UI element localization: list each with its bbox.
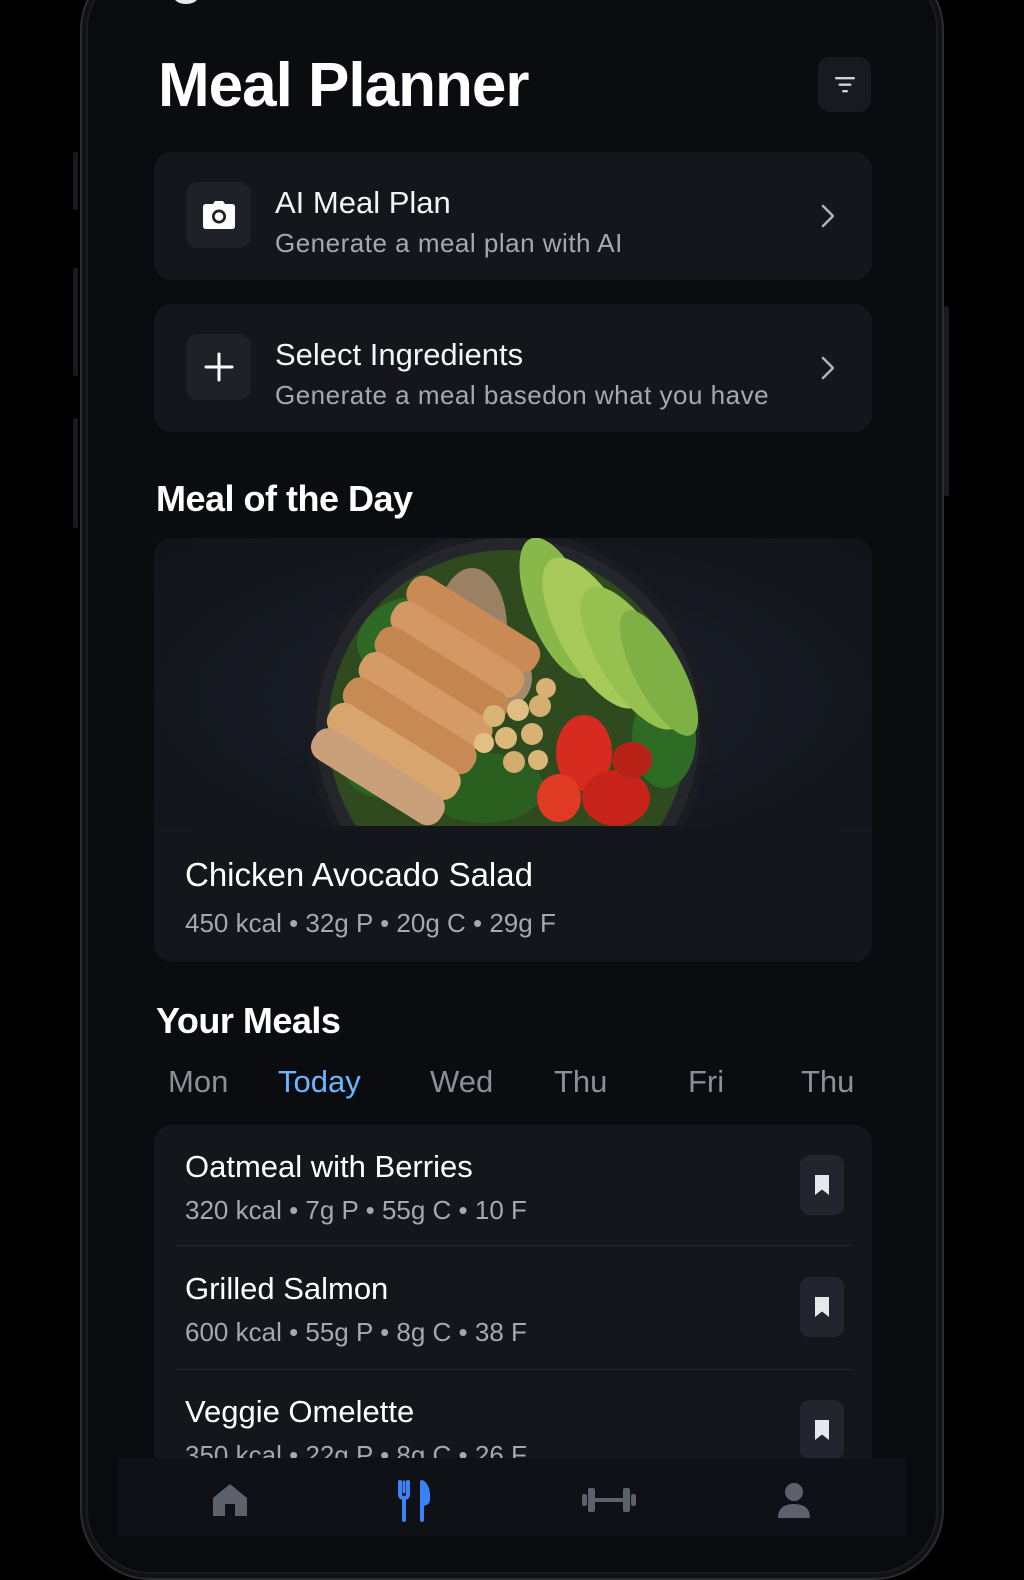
day-tabs: Mon Today Wed Thu Fri Thu: [118, 1060, 906, 1110]
salad-bowl-image: [154, 538, 872, 826]
select-ingredients-title: Select Ingredients: [275, 337, 524, 372]
meal-name: Veggie Omelette: [185, 1394, 415, 1429]
page-title: Meal Planner: [158, 51, 529, 120]
tab-today[interactable]: Today: [278, 1064, 361, 1100]
camera-icon: [202, 201, 235, 229]
ai-meal-plan-title: AI Meal Plan: [275, 185, 451, 220]
your-meals-heading: Your Meals: [156, 1000, 341, 1041]
bookmark-icon: [815, 1420, 829, 1440]
meal-of-the-day-name: Chicken Avocado Salad: [185, 856, 533, 893]
tab-thu[interactable]: Thu: [554, 1064, 607, 1100]
filter-button[interactable]: [818, 57, 871, 112]
bookmark-button[interactable]: [800, 1400, 844, 1460]
tab-profile[interactable]: [764, 1480, 824, 1524]
list-item[interactable]: Oatmeal with Berries 320 kcal • 7g P • 5…: [154, 1125, 872, 1247]
meal-name: Grilled Salmon: [185, 1271, 389, 1306]
phone-side-button: [73, 418, 78, 528]
dumbbell-icon: [582, 1488, 636, 1512]
app-screen: Meal Planner AI Meal Plan Generate a mea…: [118, 0, 906, 1536]
tab-home[interactable]: [200, 1480, 260, 1524]
list-item[interactable]: Grilled Salmon 600 kcal • 55g P • 8g C •…: [154, 1247, 872, 1369]
chevron-right-icon: [821, 356, 835, 380]
meals-list: Oatmeal with Berries 320 kcal • 7g P • 5…: [154, 1125, 872, 1505]
tab-mon[interactable]: Mon: [168, 1064, 228, 1100]
select-ingredients-card[interactable]: Select Ingredients Generate a meal based…: [154, 304, 872, 432]
meal-macros: 600 kcal • 55g P • 8g C • 38 F: [185, 1317, 527, 1347]
tab-fri[interactable]: Fri: [688, 1064, 724, 1100]
tab-wed[interactable]: Wed: [430, 1064, 493, 1100]
divider: [176, 1245, 852, 1246]
chevron-right-icon: [821, 204, 835, 228]
select-ingredients-subtitle: Generate a meal basedon what you have: [275, 380, 770, 410]
filter-icon: [834, 76, 855, 92]
phone-side-button: [73, 268, 78, 376]
utensils-icon: [398, 1480, 431, 1522]
meal-macros: 320 kcal • 7g P • 55g C • 10 F: [185, 1195, 527, 1225]
bookmark-icon: [815, 1297, 829, 1317]
bookmark-button[interactable]: [800, 1277, 844, 1337]
bookmark-icon: [815, 1175, 829, 1195]
bottom-tab-bar: [118, 1458, 906, 1536]
home-icon: [213, 1484, 247, 1516]
person-icon: [778, 1483, 810, 1518]
meal-name: Oatmeal with Berries: [185, 1149, 473, 1184]
phone-side-button: [73, 152, 78, 210]
ai-meal-plan-subtitle: Generate a meal plan with AI: [275, 228, 623, 258]
tab-meals[interactable]: [383, 1480, 443, 1524]
ai-meal-plan-card[interactable]: AI Meal Plan Generate a meal plan with A…: [154, 152, 872, 280]
meal-of-the-day-heading: Meal of the Day: [156, 478, 413, 519]
select-ingredients-icon-tile: [186, 334, 251, 400]
plus-icon: [204, 352, 233, 382]
bookmark-button[interactable]: [800, 1155, 844, 1215]
meal-of-the-day-card[interactable]: Chicken Avocado Salad 450 kcal • 32g P •…: [154, 538, 872, 962]
meal-of-the-day-macros: 450 kcal • 32g P • 20g C • 29g F: [185, 908, 556, 938]
status-indicator: [174, 0, 198, 4]
phone-side-button: [944, 306, 949, 496]
tab-thu-2[interactable]: Thu: [801, 1064, 854, 1100]
tab-workouts[interactable]: [579, 1480, 639, 1524]
ai-meal-plan-icon-tile: [186, 182, 251, 248]
